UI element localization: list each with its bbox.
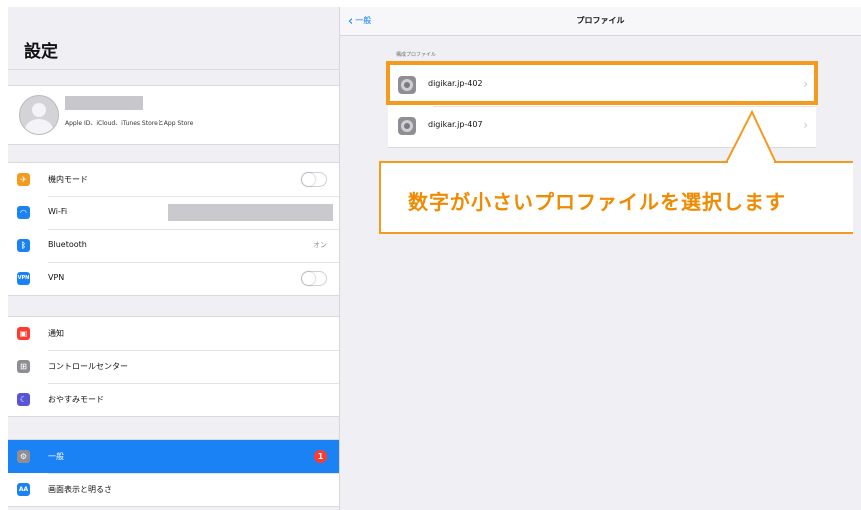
vpn-toggle[interactable]	[301, 271, 327, 286]
bluetooth-icon: ᛒ	[17, 239, 30, 252]
airplane-mode-toggle[interactable]	[301, 172, 327, 187]
profile-label: digikar.jp-407	[428, 120, 483, 129]
sidebar-title: 設定	[24, 42, 58, 62]
sidebar-item-general[interactable]: ⚙ 一般 1	[8, 440, 339, 473]
sidebar-item-label: 機内モード	[48, 175, 88, 184]
sidebar-item-label: おやすみモード	[48, 395, 104, 404]
sidebar-item-do-not-disturb[interactable]: ☾ おやすみモード	[8, 383, 339, 416]
divider	[8, 69, 339, 70]
sidebar-item-label: Bluetooth	[48, 240, 87, 249]
sidebar-item-label: 画面表示と明るさ	[48, 485, 112, 494]
sidebar-item-label: 一般	[48, 452, 64, 461]
sidebar-item-notifications[interactable]: ▣ 通知	[8, 317, 339, 350]
bluetooth-status: オン	[313, 241, 327, 249]
sidebar-item-wifi[interactable]: ◠ Wi-Fi	[8, 196, 339, 229]
airplane-icon: ✈	[17, 173, 30, 186]
section-header: 構成プロファイル	[396, 52, 437, 58]
profile-row-407[interactable]: digikar.jp-407 ›	[388, 106, 816, 147]
highlight-box	[386, 61, 818, 105]
redacted-wifi-network	[168, 204, 333, 221]
sidebar-item-display-brightness[interactable]: AA 画面表示と明るさ	[8, 473, 339, 506]
settings-group-general: ⚙ 一般 1 AA 画面表示と明るさ	[8, 439, 339, 507]
sidebar-item-bluetooth[interactable]: ᛒ Bluetooth オン	[8, 229, 339, 262]
notifications-icon: ▣	[17, 327, 30, 340]
profile-subtitle: Apple ID、iCloud、iTunes StoreとApp Store	[65, 120, 194, 127]
sidebar-item-label: 通知	[48, 329, 64, 338]
sidebar-item-label: Wi-Fi	[48, 207, 68, 216]
control-center-icon: ⊞	[17, 360, 30, 373]
navigation-bar: ‹ 一般 プロファイル	[340, 7, 861, 36]
sidebar-item-vpn[interactable]: VPN VPN	[8, 262, 339, 295]
display-brightness-icon: AA	[17, 483, 30, 496]
general-gear-icon: ⚙	[17, 450, 30, 463]
notification-badge: 1	[314, 450, 327, 463]
chevron-right-icon: ›	[803, 118, 808, 132]
settings-sidebar: 設定 Apple ID、iCloud、iTunes StoreとApp Stor…	[8, 7, 340, 510]
sidebar-item-label: VPN	[48, 273, 65, 282]
page-title: プロファイル	[576, 16, 625, 25]
do-not-disturb-icon: ☾	[17, 393, 30, 406]
redacted-name	[65, 96, 143, 110]
settings-group-connectivity: ✈ 機内モード ◠ Wi-Fi ᛒ Bluetooth オン VPN VPN	[8, 162, 339, 296]
profile-gear-icon	[398, 117, 416, 135]
annotation-text: 数字が小さいプロファイルを選択します	[408, 190, 786, 214]
vpn-icon: VPN	[17, 272, 30, 285]
apple-id-profile-cell[interactable]: Apple ID、iCloud、iTunes StoreとApp Store	[8, 85, 339, 145]
sidebar-item-control-center[interactable]: ⊞ コントロールセンター	[8, 350, 339, 383]
settings-group-notifications: ▣ 通知 ⊞ コントロールセンター ☾ おやすみモード	[8, 316, 339, 417]
wifi-icon: ◠	[17, 206, 30, 219]
avatar-icon	[19, 95, 59, 135]
sidebar-item-label: コントロールセンター	[48, 362, 128, 371]
annotation-callout: 数字が小さいプロファイルを選択します	[379, 161, 853, 234]
sidebar-item-airplane-mode[interactable]: ✈ 機内モード	[8, 163, 339, 196]
